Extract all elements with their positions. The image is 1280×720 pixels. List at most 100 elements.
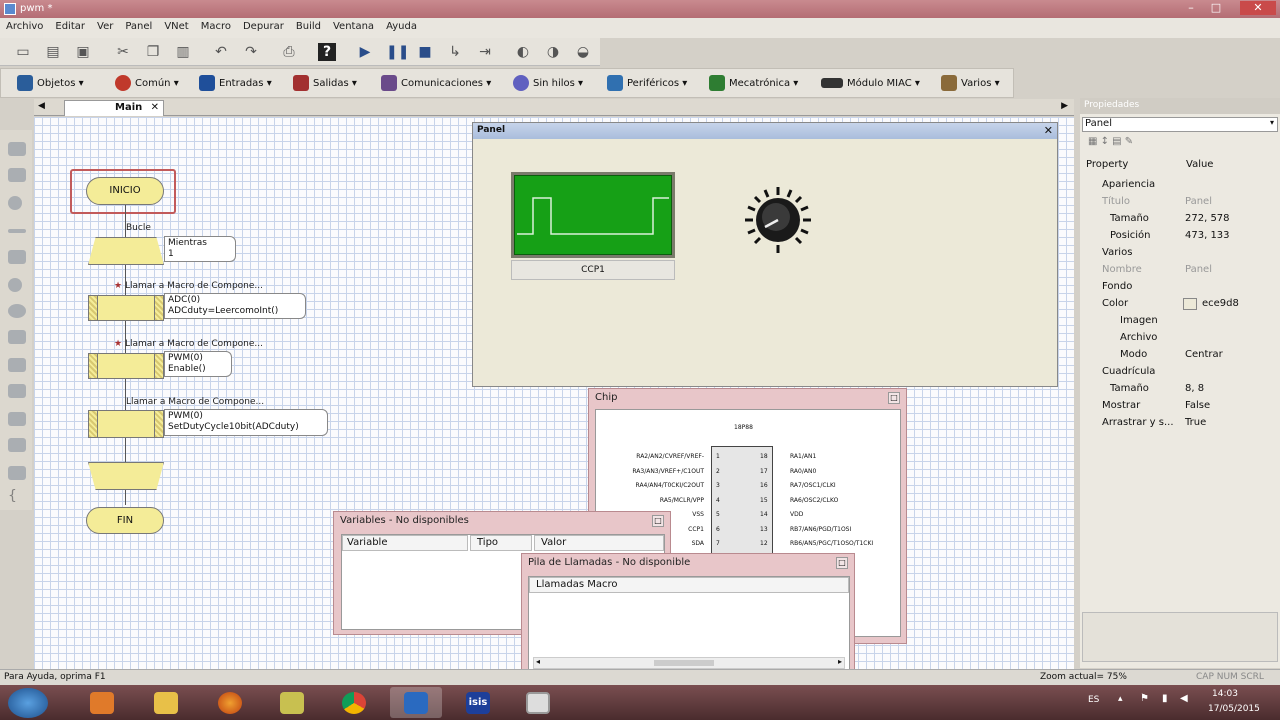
print-icon[interactable]: ⎙ [280,43,298,61]
prop-row-color[interactable]: Color ece9d8 [1080,295,1280,312]
toolbar-modulo-miac[interactable]: Módulo MIAC ▾ [821,74,920,94]
decision-icon[interactable] [8,304,26,318]
loop-block[interactable] [88,237,164,265]
undo-icon[interactable]: ↶ [212,43,230,61]
bracket-icon[interactable]: { [8,489,26,504]
flag-icon[interactable]: ⚑ [1140,693,1149,704]
toolbar-comun[interactable]: Común ▾ [115,74,179,94]
tab-scroll-left-icon[interactable]: ◀ [38,101,45,111]
cut-icon[interactable]: ✂ [114,43,132,61]
close-button[interactable]: ✕ [1240,1,1276,15]
loop-icon[interactable] [8,250,26,264]
component-macro-icon[interactable] [8,384,26,398]
col-llamadas-macro[interactable]: Llamadas Macro [529,577,849,593]
step-over-icon[interactable]: ⇥ [476,43,494,61]
prop-group-imagen[interactable]: Imagen [1080,312,1280,329]
toolbar-sin-hilos[interactable]: Sin hilos ▾ [513,74,583,94]
macro2-block[interactable] [88,353,164,379]
switch-icon[interactable] [8,330,26,344]
debug-icon-3[interactable]: ◒ [574,43,592,61]
run-icon[interactable]: ▶ [356,43,374,61]
start-button[interactable] [8,688,48,718]
maximize-button[interactable]: □ [1205,1,1227,15]
taskbar-flowcode[interactable] [390,687,442,718]
scroll-right-icon[interactable]: ▸ [838,657,842,666]
menu-depurar[interactable]: Depurar [237,18,290,35]
new-file-icon[interactable]: ▭ [14,43,32,61]
macro-icon[interactable] [8,412,26,426]
prop-group-cuadricula[interactable]: Cuadrícula [1080,363,1280,380]
variables-close-icon[interactable]: □ [652,515,664,527]
volume-icon[interactable]: ◀ [1180,693,1188,704]
start-block[interactable]: INICIO [86,177,164,205]
prop-group-fondo[interactable]: Fondo [1080,278,1280,295]
taskbar-window[interactable] [512,687,564,718]
interrupt-icon[interactable] [8,278,22,292]
menu-panel[interactable]: Panel [119,18,158,35]
taskbar-isis[interactable]: isis [452,687,504,718]
toolbar-objetos[interactable]: Objetos ▾ [17,74,84,94]
loop-end-block[interactable] [88,462,164,490]
panel-close-icon[interactable]: ✕ [1044,124,1053,137]
save-icon[interactable]: ▣ [74,43,92,61]
col-variable[interactable]: Variable [342,535,468,551]
taskbar-app[interactable] [266,687,318,718]
copy-icon[interactable]: ❐ [144,43,162,61]
debug-icon-1[interactable]: ◐ [514,43,532,61]
chip-close-icon[interactable]: □ [888,392,900,404]
paste-icon[interactable]: ▥ [174,43,192,61]
prop-group-varios[interactable]: Varios [1080,244,1280,261]
prop-row-archivo[interactable]: Archivo [1080,329,1280,346]
minimize-button[interactable]: – [1180,1,1202,15]
end-block[interactable]: FIN [86,507,164,534]
toolbar-varios[interactable]: Varios ▾ [941,74,1000,94]
menu-archivo[interactable]: Archivo [0,18,49,35]
taskbar-chrome[interactable] [328,687,380,718]
menu-vnet[interactable]: VNet [158,18,194,35]
network-icon[interactable]: ▮ [1162,693,1168,704]
potentiometer-knob[interactable] [743,185,813,255]
taskbar-media-player[interactable] [76,687,128,718]
menu-macro[interactable]: Macro [195,18,237,35]
macro1-block[interactable] [88,295,164,321]
scroll-thumb[interactable] [654,660,714,666]
tab-scroll-right-icon[interactable]: ▶ [1061,101,1068,111]
toolbar-perifericos[interactable]: Periféricos ▾ [607,74,687,94]
prop-group-apariencia[interactable]: Apariencia [1080,176,1280,193]
col-valor[interactable]: Valor [534,535,664,551]
calculation-icon[interactable] [8,358,26,372]
prop-row-posicion[interactable]: Posición 473, 133 [1080,227,1280,244]
menu-ayuda[interactable]: Ayuda [380,18,423,35]
stop-icon[interactable]: ■ [416,43,434,61]
callstack-close-icon[interactable]: □ [836,557,848,569]
taskbar-firefox[interactable] [204,687,256,718]
prop-row-arrastrar[interactable]: Arrastrar y s... True [1080,414,1280,431]
macro3-block[interactable] [88,410,164,438]
taskbar-explorer[interactable] [140,687,192,718]
delay-icon[interactable] [8,196,22,210]
scroll-left-icon[interactable]: ◂ [536,657,540,666]
language-indicator[interactable]: ES [1088,695,1099,705]
menu-ventana[interactable]: Ventana [327,18,380,35]
input-icon[interactable] [8,142,26,156]
col-tipo[interactable]: Tipo [470,535,532,551]
prop-row-modo[interactable]: Modo Centrar [1080,346,1280,363]
tray-arrow-icon[interactable]: ▴ [1118,694,1123,704]
debug-icon-2[interactable]: ◑ [544,43,562,61]
clock-time[interactable]: 14:03 [1212,689,1238,699]
toolbar-entradas[interactable]: Entradas ▾ [199,74,272,94]
output-icon[interactable] [8,168,26,182]
prop-row-nombre[interactable]: Nombre Panel [1080,261,1280,278]
properties-toolbar[interactable]: ▦ ↕ ▤ ✎ [1088,136,1168,150]
menu-build[interactable]: Build [290,18,327,35]
connection-icon[interactable] [8,229,26,233]
help-icon[interactable]: ? [318,43,336,61]
code-icon[interactable] [8,438,26,452]
prop-row-grid-size[interactable]: Tamaño 8, 8 [1080,380,1280,397]
menu-ver[interactable]: Ver [91,18,119,35]
properties-object-select[interactable]: Panel ▾ [1082,117,1278,132]
tab-close-icon[interactable]: ✕ [151,101,159,115]
step-into-icon[interactable]: ↳ [446,43,464,61]
prop-row-mostrar[interactable]: Mostrar False [1080,397,1280,414]
redo-icon[interactable]: ↷ [242,43,260,61]
